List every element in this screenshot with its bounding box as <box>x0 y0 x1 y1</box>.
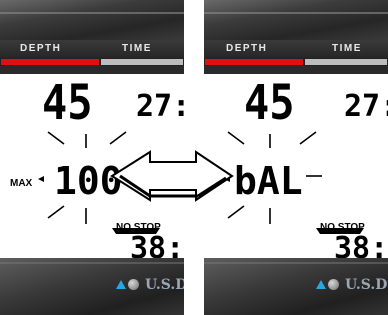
toggle-arrow-icon <box>110 150 234 202</box>
